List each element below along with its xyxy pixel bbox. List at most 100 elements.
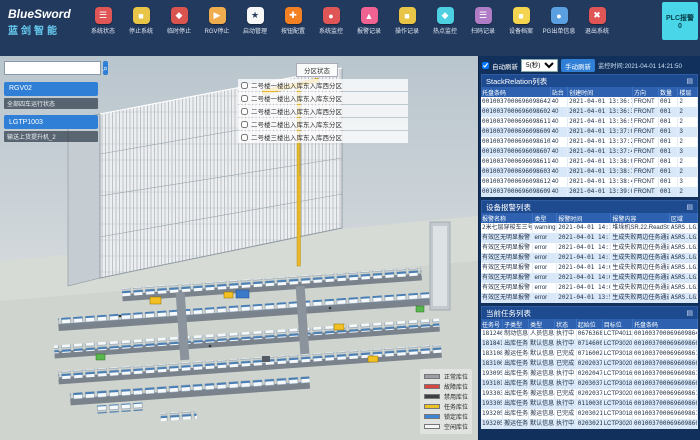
table-row[interactable]: 001003700069609860977402021-04-01 13:39:… bbox=[481, 187, 698, 197]
table-row[interactable]: 001003700069609861147402021-04-01 13:36:… bbox=[481, 117, 698, 127]
legend-label: 正常库位 bbox=[444, 372, 468, 381]
table-row[interactable]: 001003700069609861208402021-04-01 13:38:… bbox=[481, 177, 698, 187]
partition-option-4[interactable]: 二号楼二楼出入库东入库东分区 bbox=[238, 118, 408, 130]
table-cell: 执行中 bbox=[555, 329, 577, 339]
table-row[interactable]: 1930958出库任务搬运信息执行中0202047LCTP30160010037… bbox=[481, 369, 698, 379]
table-cell: 0676368 bbox=[576, 329, 602, 339]
table-row[interactable]: 001003700069609864258402021-04-01 13:36:… bbox=[481, 97, 698, 107]
table-row[interactable]: 2米七层穿梭车三号巷道故障warning2021-04-01 14:17:52堆… bbox=[481, 223, 698, 233]
table-cell: LCTP3020 bbox=[602, 419, 632, 429]
table-row[interactable]: 有效区无明显报警error2021-04-01 14:10:58生成失败两边任务… bbox=[481, 253, 698, 263]
table-row[interactable]: 001003700069609860982402021-04-01 13:37:… bbox=[481, 127, 698, 137]
table-cell: 2021-04-01 13:36:17 bbox=[568, 97, 633, 107]
table-cell: 默认信息 bbox=[529, 419, 555, 429]
partition-option-3[interactable]: 二号楼二楼出入库东入库西分区 bbox=[238, 105, 408, 117]
table-row[interactable]: 1932058搬运任务默认信息执行中0203021LCTP30200010037… bbox=[481, 419, 698, 429]
partition-option-1[interactable]: 二号楼一楼出入库东入库西分区 bbox=[238, 79, 408, 91]
table-cell: 1932050 bbox=[481, 409, 503, 419]
table-row[interactable]: 1931017出库任务默认信息执行中0203037LCTP30180010037… bbox=[481, 379, 698, 389]
table-row[interactable]: 001003700069609861125402021-04-01 13:38:… bbox=[481, 157, 698, 167]
table-row[interactable]: 001003700069609861033402021-04-01 13:37:… bbox=[481, 137, 698, 147]
table-cell: 生成失败两边任务通道 bbox=[611, 273, 669, 283]
wms-monitor-app: BlueSword 蓝剑智能 ☰系统状态■停止系统◆临时停止▶RGV停止★启动管… bbox=[0, 0, 700, 440]
logo-title: BlueSword bbox=[8, 8, 82, 20]
table-row[interactable]: 001003700069609860218402021-04-01 13:36:… bbox=[481, 107, 698, 117]
table-cell: 001003700069609860218 bbox=[481, 107, 550, 117]
rgv-stop-icon: ▶ bbox=[209, 7, 226, 24]
table-cell: 默认信息 bbox=[529, 359, 555, 369]
table-cell: 出库任务 bbox=[503, 379, 529, 389]
legend-swatch bbox=[424, 404, 440, 409]
table-row[interactable]: 有效区无明显报警error2021-04-01 14:14:21生成失败两边任务… bbox=[481, 243, 698, 253]
table-cell: 1932058 bbox=[481, 419, 503, 429]
warehouse-viewport[interactable]: ⌕ RGV02全部四车运行状态LGTP1003输送上货提升机_2 分区状态 二号… bbox=[0, 56, 478, 440]
search-icon[interactable]: ⌕ bbox=[103, 61, 108, 75]
table-row[interactable]: 有效区无明显报警error2021-04-01 14:04:43生成失败两边任务… bbox=[481, 273, 698, 283]
toolbar-item-12[interactable]: ■设备档案 bbox=[502, 7, 540, 35]
table-cell: 执行中 bbox=[555, 399, 577, 409]
table-menu-icon[interactable]: ▤ bbox=[686, 75, 693, 88]
device-search-input[interactable] bbox=[4, 61, 101, 75]
table-row[interactable]: 有效区无明显报警error2021-04-01 14:07:16生成失败两边任务… bbox=[481, 263, 698, 273]
toolbar-item-7[interactable]: ●系统监控 bbox=[312, 7, 350, 35]
column-header: 数量 bbox=[658, 87, 677, 97]
partition-checkbox[interactable] bbox=[241, 121, 248, 128]
device-button-rgv02[interactable]: RGV02 bbox=[4, 82, 98, 96]
legend-label: 任务库位 bbox=[444, 402, 468, 411]
table-cell: ASRS.LG2 bbox=[669, 223, 697, 233]
table-cell: 0202037 bbox=[576, 389, 602, 399]
partition-option-5[interactable]: 二号楼三楼出入库东入库西分区 bbox=[238, 131, 408, 143]
table-row[interactable]: 1831081搬运任务默认信息已完成0716002LCTP30180010037… bbox=[481, 349, 698, 359]
partition-checkbox[interactable] bbox=[241, 95, 248, 102]
table-row[interactable]: 1812464制动信息人员信息执行中0676368LCTP40110010037… bbox=[481, 329, 698, 339]
task-table-title: 当前任务列表 bbox=[486, 307, 531, 320]
table-cell: 默认信息 bbox=[529, 379, 555, 389]
table-row[interactable]: 001003700069609860311402021-04-01 13:38:… bbox=[481, 167, 698, 177]
table-cell: 001 bbox=[658, 147, 677, 157]
table-row[interactable]: 有效区无明显报警error2021-04-01 14:16:32生成失败两边任务… bbox=[481, 233, 698, 243]
table-row[interactable]: 1932050出库任务搬运信息已完成0203021LCTP30180010037… bbox=[481, 409, 698, 419]
table-row[interactable]: 1933059出库任务默认信息执行中0110030LCTP30160010037… bbox=[481, 399, 698, 409]
device-quick-panel: ⌕ RGV02全部四车运行状态LGTP1003输送上货提升机_2 bbox=[4, 61, 98, 144]
table-row[interactable]: 1831005出库任务默认信息已完成0202037LCTP30200010037… bbox=[481, 359, 698, 369]
table-row[interactable]: 1933035出库任务搬运信息已完成0202037LCTP30200010037… bbox=[481, 389, 698, 399]
toolbar-item-10[interactable]: ◆热点监控 bbox=[426, 7, 464, 35]
table-cell: 001003700069609861033 bbox=[481, 137, 550, 147]
table-row[interactable]: 1818417出库任务默认信息执行中0714600LCTP30200010037… bbox=[481, 339, 698, 349]
partition-option-2[interactable]: 二号楼一楼出入库东入库东分区 bbox=[238, 92, 408, 104]
refresh-period-select[interactable]: 5(秒) bbox=[521, 59, 558, 72]
device-button-lgtp1003[interactable]: LGTP1003 bbox=[4, 115, 98, 129]
toolbar-item-5[interactable]: ★启动管理 bbox=[236, 7, 274, 35]
table-cell: 2米七层穿梭车三号巷道故障 bbox=[481, 223, 533, 233]
toolbar-item-11[interactable]: ☰扫码记录 bbox=[464, 7, 502, 35]
toolbar-item-4[interactable]: ▶RGV停止 bbox=[198, 7, 236, 35]
toolbar-item-8[interactable]: ▲报警记录 bbox=[350, 7, 388, 35]
plc-alarm-badge[interactable]: PLC报警 0 bbox=[662, 2, 698, 40]
table-row[interactable]: 001003700069609860764402021-04-01 13:37:… bbox=[481, 147, 698, 157]
auto-refresh-checkbox[interactable] bbox=[482, 62, 489, 69]
legend-label: 禁用库位 bbox=[444, 392, 468, 401]
toolbar-item-3[interactable]: ◆临时停止 bbox=[160, 7, 198, 35]
partition-checkbox[interactable] bbox=[241, 82, 248, 89]
start-manage-icon: ★ bbox=[247, 7, 264, 24]
partition-checkbox[interactable] bbox=[241, 108, 248, 115]
toolbar-item-13[interactable]: ●PG出单信息 bbox=[540, 7, 578, 35]
toolbar-item-9[interactable]: ■操作记录 bbox=[388, 7, 426, 35]
table-row[interactable]: 有效区无明显报警error2021-04-01 13:58:37生成失败两边任务… bbox=[481, 293, 698, 303]
manual-refresh-button[interactable]: 手动刷新 bbox=[561, 59, 595, 72]
toolbar-item-1[interactable]: ☰系统状态 bbox=[84, 7, 122, 35]
table-cell: ASRS.LG2 bbox=[669, 273, 697, 283]
partition-checkbox[interactable] bbox=[241, 134, 248, 141]
table-menu-icon[interactable]: ▤ bbox=[686, 201, 693, 214]
toolbar-item-6[interactable]: ✚按钮配置 bbox=[274, 7, 312, 35]
column-header: 站台 bbox=[550, 87, 567, 97]
table-cell: 001003700069609861208 bbox=[481, 177, 550, 187]
partition-label: 二号楼一楼出入库东入库西分区 bbox=[251, 80, 342, 90]
toolbar-item-14[interactable]: ✖退出系统 bbox=[578, 7, 616, 35]
alarm-table: 报警名称类型报警时间报警内容区域2米七层穿梭车三号巷道故障warning2021… bbox=[481, 213, 698, 303]
toolbar-item-2[interactable]: ■停止系统 bbox=[122, 7, 160, 35]
table-cell: LCTP3018 bbox=[602, 409, 632, 419]
table-menu-icon[interactable]: ▤ bbox=[686, 307, 693, 320]
table-row[interactable]: 有效区无明显报警error2021-04-01 14:01:22生成失败两边任务… bbox=[481, 283, 698, 293]
pause-icon: ◆ bbox=[171, 7, 188, 24]
